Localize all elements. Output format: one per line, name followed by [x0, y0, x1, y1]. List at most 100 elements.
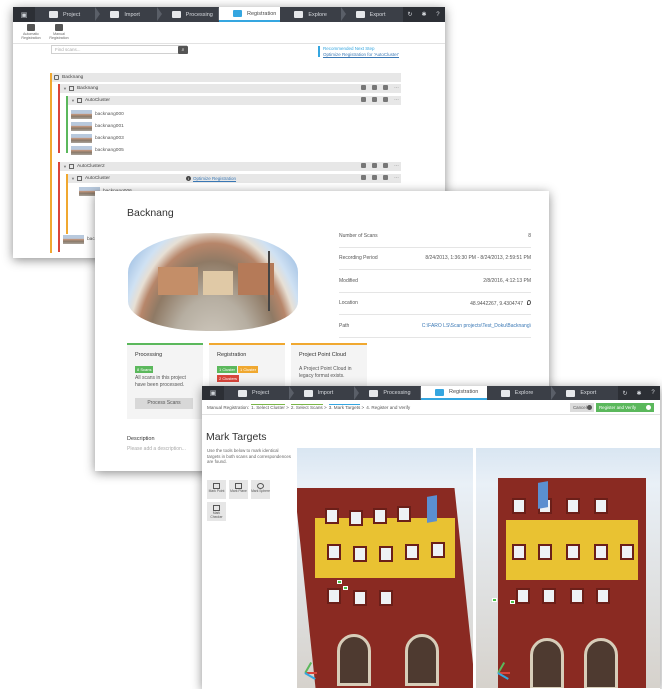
cancel-button[interactable]: Cancel [570, 403, 594, 412]
node-stripe [58, 84, 60, 153]
more-icon[interactable]: … [394, 97, 399, 102]
explore-icon [500, 389, 510, 397]
processing-icon [369, 389, 379, 397]
tab-project[interactable]: Project [35, 7, 101, 22]
chevron-down-icon[interactable]: ▼ [71, 176, 75, 181]
description-input[interactable]: Please add a description... [127, 446, 186, 452]
tree-root-row[interactable]: Backnang [52, 73, 401, 82]
path-link[interactable]: C:\FARO LS\Scan projects\Test_Doku\Backn… [422, 323, 531, 329]
optimize-registration-link[interactable]: i Optimize Registration [186, 176, 236, 181]
target-marker[interactable] [492, 598, 497, 602]
cluster-icon [76, 98, 82, 103]
search-icon[interactable]: ⌕ [178, 46, 188, 54]
automatic-registration-button[interactable]: Automatic Registration [17, 24, 45, 40]
chevron-down-icon[interactable]: ▼ [63, 86, 67, 91]
property-row: Number of Scans 8 [339, 225, 531, 248]
recommended-next-step: Recommended Next Step Optimize Registrat… [318, 46, 399, 57]
auto-registration-icon [27, 24, 35, 31]
status-badge: 1 Cluster [217, 366, 238, 373]
processing-card: Processing 8 Scans All scans in this pro… [127, 343, 203, 419]
tab-export[interactable]: Export [552, 386, 618, 400]
wizard-step-1[interactable]: 1. Select Cluster [251, 404, 285, 410]
tab-explore[interactable]: Explore [280, 7, 346, 22]
mark-sphere-tool[interactable]: Mark Sphere [251, 480, 270, 499]
search-input[interactable]: Find scans... [51, 45, 187, 54]
target-marker[interactable] [510, 600, 515, 604]
process-scans-button[interactable]: Process Scans [135, 398, 193, 409]
cluster-icon [68, 164, 74, 169]
wizard-step-4[interactable]: 4. Register and Verify [366, 405, 410, 410]
more-icon[interactable]: … [394, 175, 399, 180]
refresh-icon[interactable]: ↻ [618, 386, 632, 400]
help-icon[interactable]: ? [646, 386, 660, 400]
gear-icon[interactable]: ✱ [417, 7, 431, 22]
mark-point-tool[interactable]: Mark Point [207, 480, 226, 499]
tree-row-autocluster[interactable]: ▼ AutoCluster … [68, 96, 401, 105]
manual-registration-button[interactable]: Manual Registration [45, 24, 73, 40]
scan-view-left[interactable] [297, 448, 473, 688]
mark-plane-tool[interactable]: Mark Plane [229, 480, 248, 499]
explore-icon [294, 11, 304, 18]
gear-icon[interactable]: ✱ [632, 386, 646, 400]
action-icon-2[interactable] [372, 163, 377, 168]
more-icon[interactable]: … [394, 163, 399, 168]
tree-row-autocluster2[interactable]: ▼ AutoCluster2 … [60, 162, 401, 171]
chevron-down-icon[interactable]: ▼ [63, 164, 67, 169]
list-item[interactable]: backnang001 [71, 122, 124, 131]
tab-import[interactable]: Import [96, 7, 162, 22]
axes-icon [303, 661, 323, 682]
top-nav-bar: ▣ Project Import Processing Registration… [13, 7, 445, 22]
tab-import[interactable]: Import [290, 386, 360, 400]
action-icon-1[interactable] [361, 175, 366, 180]
tab-export[interactable]: Export [342, 7, 403, 22]
more-icon[interactable]: … [394, 85, 399, 90]
action-icon-1[interactable] [361, 85, 366, 90]
action-icon-3[interactable] [383, 85, 388, 90]
list-item[interactable]: backnang005 [71, 146, 124, 155]
action-icon-3[interactable] [383, 163, 388, 168]
action-icon-2[interactable] [372, 85, 377, 90]
action-icon-3[interactable] [383, 175, 388, 180]
action-icon-2[interactable] [372, 175, 377, 180]
tree-row-backnang[interactable]: ▼ Backnang … [60, 84, 401, 93]
tab-project[interactable]: Project [224, 386, 294, 400]
help-icon[interactable]: ? [431, 7, 445, 22]
close-icon [587, 405, 592, 410]
list-item[interactable]: backnang003 [71, 134, 124, 143]
scan-thumbnail [71, 146, 92, 155]
action-icon-2[interactable] [372, 97, 377, 102]
action-icon-1[interactable] [361, 97, 366, 102]
list-item[interactable]: back [63, 235, 97, 244]
help-text: Use the tools below to mark identical ta… [207, 448, 291, 465]
import-icon [303, 389, 313, 397]
location-pin-icon[interactable] [527, 299, 531, 305]
status-badge: 2 Clusters [217, 375, 240, 382]
home-icon[interactable]: ▣ [13, 7, 35, 22]
wizard-step-2[interactable]: 2. Select Scans [290, 404, 323, 410]
register-verify-button[interactable]: Register and Verify [596, 403, 654, 412]
scan-thumbnail [71, 110, 92, 119]
tab-registration[interactable]: Registration [218, 7, 281, 22]
tab-registration[interactable]: Registration [421, 386, 487, 400]
target-marker[interactable] [337, 580, 342, 584]
tab-explore[interactable]: Explore [487, 386, 557, 400]
refresh-icon[interactable]: ↻ [403, 7, 417, 22]
import-icon [110, 11, 120, 18]
target-marker[interactable] [343, 586, 348, 590]
folder-icon [49, 11, 58, 18]
tab-processing[interactable]: Processing [158, 7, 223, 22]
scan-view-right[interactable] [476, 448, 660, 688]
mark-checker-tool[interactable]: Mark Checker [207, 502, 226, 521]
property-row: Location 48.9442267, 9.4304747 [339, 293, 531, 315]
list-item[interactable]: backnang000 [71, 110, 124, 119]
axes-icon [496, 661, 516, 682]
wizard-step-3[interactable]: 3. Mark Targets [328, 404, 361, 410]
recommended-link[interactable]: Optimize Registration for 'AutoCluster' [323, 52, 399, 58]
tab-processing[interactable]: Processing [355, 386, 426, 400]
action-icon-1[interactable] [361, 163, 366, 168]
ribbon: Automatic Registration Manual Registrati… [13, 22, 445, 44]
home-icon[interactable]: ▣ [202, 386, 224, 400]
chevron-down-icon[interactable]: ▼ [71, 98, 75, 103]
action-icon-3[interactable] [383, 97, 388, 102]
cluster-icon [68, 86, 74, 91]
